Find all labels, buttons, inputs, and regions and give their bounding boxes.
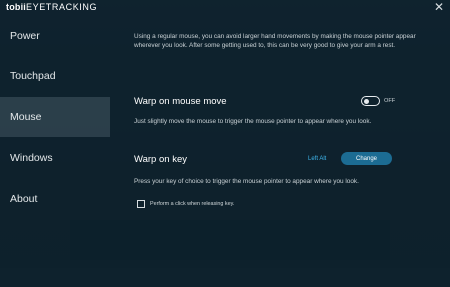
click-on-release-row: Perform a click when releasing key. [137, 200, 234, 208]
tobii-logo: tobiiEYETRACKING [6, 2, 97, 12]
warp-on-key-description: Press your key of choice to trigger the … [134, 178, 359, 185]
logo-suffix: EYETRACKING [26, 2, 98, 12]
toggle-state-label: OFF [384, 98, 396, 104]
click-on-release-label: Perform a click when releasing key. [150, 201, 235, 207]
click-on-release-checkbox[interactable] [137, 200, 145, 208]
warp-on-move-description: Just slightly move the mouse to trigger … [134, 118, 372, 125]
toggle-knob [364, 98, 369, 104]
warp-on-move-title: Warp on mouse move [134, 96, 227, 107]
sidebar-item-about[interactable]: About [0, 179, 110, 219]
sidebar-item-power[interactable]: Power [0, 16, 110, 56]
sidebar-item-windows[interactable]: Windows [0, 138, 110, 178]
warp-on-move-toggle[interactable] [361, 96, 380, 106]
sidebar-item-label: Windows [10, 152, 53, 164]
current-key-label: Left Alt [308, 156, 327, 162]
logo-brand: tobii [6, 2, 26, 12]
sidebar-item-label: About [10, 193, 38, 205]
settings-overlay: tobiiEYETRACKING ✕ Power Touchpad Mouse … [0, 0, 450, 287]
sidebar-item-touchpad[interactable]: Touchpad [0, 56, 110, 96]
title-bar: tobiiEYETRACKING ✕ [0, 0, 450, 14]
change-key-button[interactable]: Change [341, 152, 392, 165]
warp-on-key-title: Warp on key [134, 154, 187, 165]
sidebar-item-label: Power [10, 30, 40, 42]
mouse-settings-panel: Using a regular mouse, you can avoid lar… [110, 14, 450, 287]
close-icon[interactable]: ✕ [434, 0, 444, 14]
sidebar-item-label: Mouse [10, 111, 42, 123]
sidebar-item-label: Touchpad [10, 70, 56, 82]
sidebar: Power Touchpad Mouse Windows About [0, 14, 110, 287]
intro-text: Using a regular mouse, you can avoid lar… [134, 33, 416, 49]
sidebar-item-mouse[interactable]: Mouse [0, 97, 110, 137]
